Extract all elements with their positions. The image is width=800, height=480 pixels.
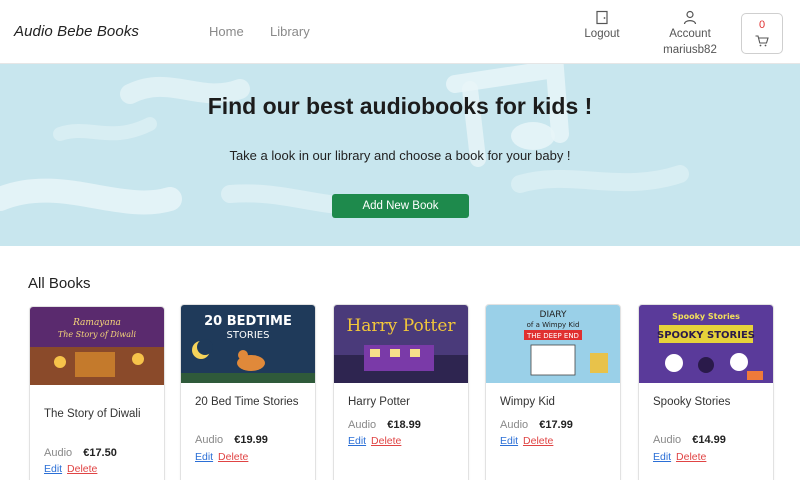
edit-book-link[interactable]: Edit xyxy=(653,451,671,463)
hero-banner: Find our best audiobooks for kids ! Take… xyxy=(0,64,800,246)
edit-book-link[interactable]: Edit xyxy=(500,435,518,447)
book-format: Audio xyxy=(44,447,73,459)
cart-count-badge: 0 xyxy=(758,19,766,31)
book-cover[interactable]: Harry Potter xyxy=(334,305,468,383)
svg-text:Spooky Stories: Spooky Stories xyxy=(672,312,740,321)
svg-text:20 BEDTIME: 20 BEDTIME xyxy=(204,314,292,329)
book-cover-image: 20 BEDTIME STORIES xyxy=(181,305,315,383)
book-meta: Audio €17.50 xyxy=(44,447,156,459)
logout-label: Logout xyxy=(584,28,620,40)
book-actions: Edit Delete xyxy=(44,463,97,475)
book-cover[interactable]: 20 BEDTIME STORIES xyxy=(181,305,315,383)
delete-book-link[interactable]: Delete xyxy=(218,451,248,463)
book-actions: Edit Delete xyxy=(195,451,248,463)
book-cover-image: DIARY of a Wimpy Kid THE DEEP END xyxy=(486,305,620,383)
hero-subtitle: Take a look in our library and choose a … xyxy=(229,148,571,163)
book-format: Audio xyxy=(348,419,377,431)
svg-text:The Story of Diwali: The Story of Diwali xyxy=(58,330,137,339)
book-title: Wimpy Kid xyxy=(500,396,555,408)
account-label: Account xyxy=(669,28,711,40)
book-actions: Edit Delete xyxy=(348,435,401,447)
book-card[interactable]: 20 BEDTIME STORIES 20 Bed Time Stories A… xyxy=(180,304,316,480)
nav-library-link[interactable]: Library xyxy=(270,24,310,39)
book-actions: Edit Delete xyxy=(653,451,706,463)
svg-text:Ramayana: Ramayana xyxy=(72,318,121,328)
logout-icon xyxy=(596,10,608,25)
book-cover-image: Spooky Stories SPOOKY STORIES xyxy=(639,305,773,383)
delete-book-link[interactable]: Delete xyxy=(523,435,553,447)
book-price: €19.99 xyxy=(234,434,268,446)
book-card[interactable]: Harry Potter Harry Potter Audio €18.99 E… xyxy=(333,304,469,480)
book-card[interactable]: DIARY of a Wimpy Kid THE DEEP END Wimpy … xyxy=(485,304,621,480)
book-cover[interactable]: Spooky Stories SPOOKY STORIES xyxy=(639,305,773,383)
book-title: The Story of Diwali xyxy=(44,408,141,420)
book-meta: Audio €17.99 xyxy=(500,419,612,431)
book-cover[interactable]: Ramayana The Story of Diwali xyxy=(30,307,164,385)
book-format: Audio xyxy=(500,419,529,431)
book-card[interactable]: Spooky Stories SPOOKY STORIES Spooky Sto… xyxy=(638,304,774,480)
cart-icon xyxy=(755,35,769,47)
user-icon xyxy=(683,10,697,25)
logout-button[interactable]: Logout xyxy=(572,10,632,42)
navbar: Audio Bebe Books Home Library Logout Acc… xyxy=(0,0,800,64)
book-price: €14.99 xyxy=(692,434,726,446)
book-cover-image: Harry Potter xyxy=(334,305,468,383)
book-title: Spooky Stories xyxy=(653,396,731,408)
book-meta: Audio €18.99 xyxy=(348,419,460,431)
book-title: 20 Bed Time Stories xyxy=(195,396,299,408)
book-title: Harry Potter xyxy=(348,396,410,408)
book-format: Audio xyxy=(653,434,682,446)
delete-book-link[interactable]: Delete xyxy=(371,435,401,447)
edit-book-link[interactable]: Edit xyxy=(195,451,213,463)
book-cover-image: Ramayana The Story of Diwali xyxy=(30,307,164,385)
delete-book-link[interactable]: Delete xyxy=(676,451,706,463)
brand-logo[interactable]: Audio Bebe Books xyxy=(14,23,139,40)
hero-title: Find our best audiobooks for kids ! xyxy=(207,93,593,119)
account-button[interactable]: Account mariusb82 xyxy=(648,10,732,58)
cart-button[interactable]: 0 xyxy=(741,13,783,54)
book-card[interactable]: Ramayana The Story of Diwali The Story o… xyxy=(29,306,165,480)
svg-text:of a Wimpy Kid: of a Wimpy Kid xyxy=(527,321,580,329)
book-price: €17.50 xyxy=(83,447,117,459)
add-new-book-button[interactable]: Add New Book xyxy=(332,194,469,218)
svg-text:Harry Potter: Harry Potter xyxy=(346,316,456,336)
book-price: €18.99 xyxy=(387,419,421,431)
delete-book-link[interactable]: Delete xyxy=(67,463,97,475)
edit-book-link[interactable]: Edit xyxy=(44,463,62,475)
svg-text:STORIES: STORIES xyxy=(227,330,270,341)
book-meta: Audio €19.99 xyxy=(195,434,307,446)
book-format: Audio xyxy=(195,434,224,446)
book-price: €17.99 xyxy=(539,419,573,431)
svg-text:THE DEEP END: THE DEEP END xyxy=(526,332,579,340)
account-username: mariusb82 xyxy=(663,44,717,56)
book-actions: Edit Delete xyxy=(500,435,553,447)
svg-text:DIARY: DIARY xyxy=(540,310,567,320)
nav-home-link[interactable]: Home xyxy=(209,24,244,39)
all-books-heading: All Books xyxy=(28,275,91,292)
svg-text:SPOOKY STORIES: SPOOKY STORIES xyxy=(657,330,755,341)
book-cover[interactable]: DIARY of a Wimpy Kid THE DEEP END xyxy=(486,305,620,383)
edit-book-link[interactable]: Edit xyxy=(348,435,366,447)
book-meta: Audio €14.99 xyxy=(653,434,765,446)
